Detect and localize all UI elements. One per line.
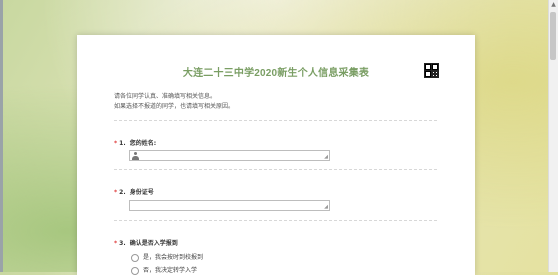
- qr-code-icon[interactable]: [424, 63, 439, 78]
- question-divider: [114, 220, 437, 221]
- radio-button[interactable]: [131, 266, 139, 275]
- qr-marker: [425, 64, 431, 70]
- question-text: 确认是否入学报到: [129, 240, 178, 247]
- intro-divider: [114, 120, 437, 121]
- qr-marker: [432, 64, 438, 70]
- question-1-label: * 1. 您的姓名:: [114, 138, 156, 147]
- radio-option-yes[interactable]: 是，我会按时到校报到: [131, 252, 203, 262]
- question-3-label: * 3. 确认是否入学报到: [114, 238, 178, 247]
- id-number-field[interactable]: ◢: [129, 200, 330, 211]
- intro-line: 请各位同学认真、准确填写相关信息。: [114, 93, 217, 100]
- question-number: 2.: [119, 189, 126, 196]
- window-frame-edge: [0, 0, 3, 272]
- form-title: 大连二十三中学2020新生个人信息采集表: [182, 68, 370, 79]
- radio-option-label: 是，我会按时到校报到: [143, 254, 204, 261]
- form-intro: 请各位同学认真、准确填写相关信息。 如果选择不报道的同学，也请填写相关原因。: [114, 92, 234, 112]
- question-number: 3.: [119, 240, 126, 247]
- radio-option-no[interactable]: 否，我决定转学入学: [131, 265, 197, 275]
- resize-handle-icon[interactable]: ◢: [324, 205, 328, 210]
- vertical-scrollbar[interactable]: ▲: [548, 0, 558, 272]
- required-marker: *: [114, 189, 118, 196]
- person-icon: [132, 152, 139, 160]
- resize-handle-icon[interactable]: ◢: [324, 155, 328, 160]
- question-divider: [114, 169, 437, 170]
- radio-button[interactable]: [131, 253, 139, 262]
- question-number: 1.: [119, 140, 126, 147]
- question-text: 身份证号: [129, 189, 154, 196]
- scroll-up-icon[interactable]: ▲: [549, 0, 558, 9]
- scroll-thumb[interactable]: [550, 12, 556, 60]
- question-2-label: * 2. 身份证号: [114, 187, 154, 196]
- radio-option-label: 否，我决定转学入学: [143, 267, 198, 274]
- required-marker: *: [114, 140, 118, 147]
- qr-marker: [425, 71, 431, 77]
- question-text: 您的姓名:: [129, 140, 157, 147]
- name-field[interactable]: ◢: [129, 150, 330, 161]
- intro-line: 如果选择不报道的同学，也请填写相关原因。: [114, 103, 235, 110]
- form-card: 大连二十三中学2020新生个人信息采集表 请各位同学认真、准确填写相关信息。 如…: [77, 35, 475, 275]
- required-marker: *: [114, 240, 118, 247]
